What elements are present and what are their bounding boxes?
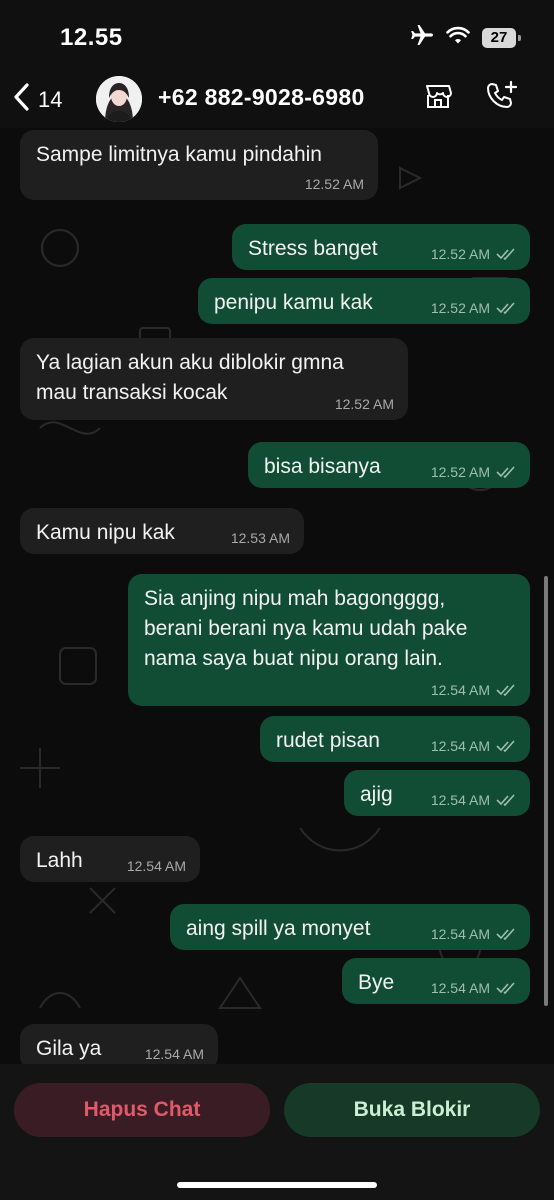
unread-count: 14 (38, 86, 63, 112)
home-indicator[interactable] (177, 1182, 377, 1188)
delete-chat-button[interactable]: Hapus Chat (14, 1083, 270, 1137)
airplane-icon (410, 24, 434, 51)
back-button[interactable]: 14 (12, 82, 62, 117)
unblock-button[interactable]: Buka Blokir (284, 1083, 540, 1137)
message-bubble-outgoing[interactable]: Sia anjing nipu mah bagongggg, berani be… (128, 574, 530, 706)
message-time: 12.53 AM (230, 530, 290, 546)
message-text: Sia anjing nipu mah bagongggg, berani be… (144, 587, 468, 670)
message-time: 12.54 AM (430, 738, 490, 754)
message-time: 12.54 AM (430, 926, 490, 942)
message-time: 12.52 AM (304, 176, 364, 192)
avatar[interactable] (96, 76, 142, 122)
message-bubble-incoming[interactable]: Kamu nipu kak 12.53 AM (20, 508, 304, 554)
message-time: 12.54 AM (430, 980, 490, 996)
double-check-icon (496, 302, 515, 314)
status-icons: 27 (410, 24, 521, 51)
message-bubble-incoming[interactable]: Lahh 12.54 AM (20, 836, 200, 882)
message-time: 12.52 AM (334, 396, 394, 412)
message-bubble-incoming[interactable]: Gila ya 12.54 AM (20, 1024, 218, 1064)
double-check-icon (496, 248, 515, 260)
message-time: 12.54 AM (430, 792, 490, 808)
status-time: 12.55 (60, 24, 123, 51)
message-time: 12.52 AM (430, 300, 490, 316)
double-check-icon (496, 794, 515, 806)
header-actions (422, 80, 518, 117)
contact-name[interactable]: +62 882-9028-6980 (158, 84, 365, 111)
message-text: Sampe limitnya kamu pindahin (36, 143, 322, 166)
chevron-left-icon (12, 82, 32, 117)
double-check-icon (496, 928, 515, 940)
business-store-icon[interactable] (422, 80, 454, 117)
battery-icon: 27 (482, 27, 521, 48)
message-time: 12.54 AM (430, 682, 490, 698)
chat-area[interactable]: Sampe limitnya kamu pindahin 12.52 AM St… (0, 128, 554, 1064)
chat-scrollbar[interactable] (544, 576, 548, 1006)
message-bubble-outgoing[interactable]: rudet pisan 12.54 AM (260, 716, 530, 762)
add-call-icon[interactable] (484, 80, 518, 117)
message-time: 12.52 AM (430, 464, 490, 480)
message-bubble-incoming[interactable]: Sampe limitnya kamu pindahin 12.52 AM (20, 130, 378, 200)
message-time: 12.52 AM (430, 246, 490, 262)
chat-header: 14 +62 882-9028-6980 (0, 70, 554, 128)
message-bubble-outgoing[interactable]: ajig 12.54 AM (344, 770, 530, 816)
message-bubble-outgoing[interactable]: Bye 12.54 AM (342, 958, 530, 1004)
message-bubble-outgoing[interactable]: penipu kamu kak 12.52 AM (198, 278, 530, 324)
message-bubble-outgoing[interactable]: aing spill ya monyet 12.54 AM (170, 904, 530, 950)
message-time: 12.54 AM (126, 858, 186, 874)
double-check-icon (496, 684, 515, 696)
double-check-icon (496, 466, 515, 478)
message-bubble-incoming[interactable]: Ya lagian akun aku diblokir gmna mau tra… (20, 338, 408, 420)
blocked-actions-bar: Hapus Chat Buka Blokir (0, 1064, 554, 1200)
double-check-icon (496, 740, 515, 752)
message-bubble-outgoing[interactable]: Stress banget 12.52 AM (232, 224, 530, 270)
double-check-icon (496, 982, 515, 994)
status-bar: 12.55 27 (0, 0, 554, 70)
message-time: 12.54 AM (144, 1046, 204, 1062)
wifi-icon (446, 25, 470, 50)
message-bubble-outgoing[interactable]: bisa bisanya 12.52 AM (248, 442, 530, 488)
